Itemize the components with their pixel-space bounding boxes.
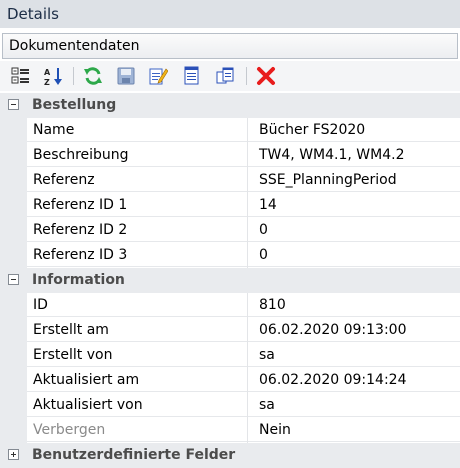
row-gutter [0,193,27,218]
property-label: ID [27,293,247,317]
property-row[interactable]: Beschreibung TW4, WM4.1, WM4.2 [0,143,460,168]
row-gutter [0,368,27,393]
edit-icon[interactable] [148,66,169,86]
property-value[interactable]: 810 [248,293,460,317]
property-row[interactable]: Erstellt am 06.02.2020 09:13:00 [0,318,460,343]
property-row[interactable]: ID 810 [0,293,460,318]
document-icon[interactable] [182,66,202,86]
property-value[interactable]: Bücher FS2020 [248,118,460,142]
property-label: Erstellt von [27,343,247,367]
collapse-icon[interactable] [8,274,19,285]
object-selector-dropdown[interactable]: Dokumentendaten [2,33,458,59]
svg-text:A: A [44,68,51,77]
copy-icon[interactable] [215,66,235,86]
property-row[interactable]: Verbergen Nein [0,418,460,443]
category-label: Benutzerdefinierte Felder [32,447,236,463]
property-label: Aktualisiert am [27,368,247,392]
property-label: Referenz ID 2 [27,218,247,242]
row-gutter [0,393,27,418]
row-gutter [0,318,27,343]
row-gutter [0,143,27,168]
property-label: Beschreibung [27,143,247,167]
expand-icon[interactable] [8,449,19,460]
row-gutter [0,343,27,368]
property-row[interactable]: Referenz ID 1 14 [0,193,460,218]
property-value[interactable]: sa [248,393,460,417]
row-gutter [0,293,27,318]
categorized-icon[interactable] [11,66,31,86]
refresh-icon[interactable] [83,66,103,86]
property-value[interactable]: 06.02.2020 09:13:00 [248,318,460,342]
property-label: Name [27,118,247,142]
property-row[interactable]: Name Bücher FS2020 [0,118,460,143]
toolbar-separator [246,67,247,85]
row-gutter [0,418,27,443]
sort-alphabetical-icon[interactable]: A Z [43,66,63,87]
row-gutter [0,168,27,193]
property-row[interactable]: Aktualisiert am 06.02.2020 09:14:24 [0,368,460,393]
panel-title: Details [0,0,460,28]
property-label: Referenz ID 1 [27,193,247,217]
property-row[interactable]: Erstellt von sa [0,343,460,368]
toolbar-separator [73,67,74,85]
row-gutter [0,218,27,243]
row-gutter [0,243,27,268]
property-value[interactable]: 0 [248,243,460,267]
property-row[interactable]: Referenz ID 30 [0,243,460,268]
category-label: Information [32,272,125,288]
property-row[interactable]: Referenz SSE_PlanningPeriod [0,168,460,193]
collapse-icon[interactable] [8,99,19,110]
property-grid: Bestellung Name Bücher FS2020 Beschreibun… [0,93,460,468]
property-row[interactable]: Aktualisiert von sa [0,393,460,418]
property-label: Referenz [27,168,247,192]
property-value[interactable]: sa [248,343,460,367]
category-bestellung[interactable]: Bestellung [0,93,460,118]
property-value[interactable]: 0 [248,218,460,242]
row-gutter [0,118,27,143]
property-label: Aktualisiert von [27,393,247,417]
property-label: Erstellt am [27,318,247,342]
property-toolbar: A Z [0,61,460,91]
save-icon[interactable] [116,66,136,86]
property-value[interactable]: SSE_PlanningPeriod [248,168,460,192]
property-label: Referenz ID 3 [27,243,247,267]
property-value[interactable]: 14 [248,193,460,217]
category-benutzerdefinierte-felder[interactable]: Benutzerdefinierte Felder [0,443,460,468]
category-label: Bestellung [32,97,117,113]
property-value[interactable]: Nein [248,418,460,442]
property-row[interactable]: Referenz ID 20 [0,218,460,243]
category-information[interactable]: Information [0,268,460,293]
delete-icon[interactable] [256,66,276,86]
property-value[interactable]: TW4, WM4.1, WM4.2 [248,143,460,167]
property-label: Verbergen [27,418,247,442]
svg-text:Z: Z [44,78,50,86]
property-value[interactable]: 06.02.2020 09:14:24 [248,368,460,392]
